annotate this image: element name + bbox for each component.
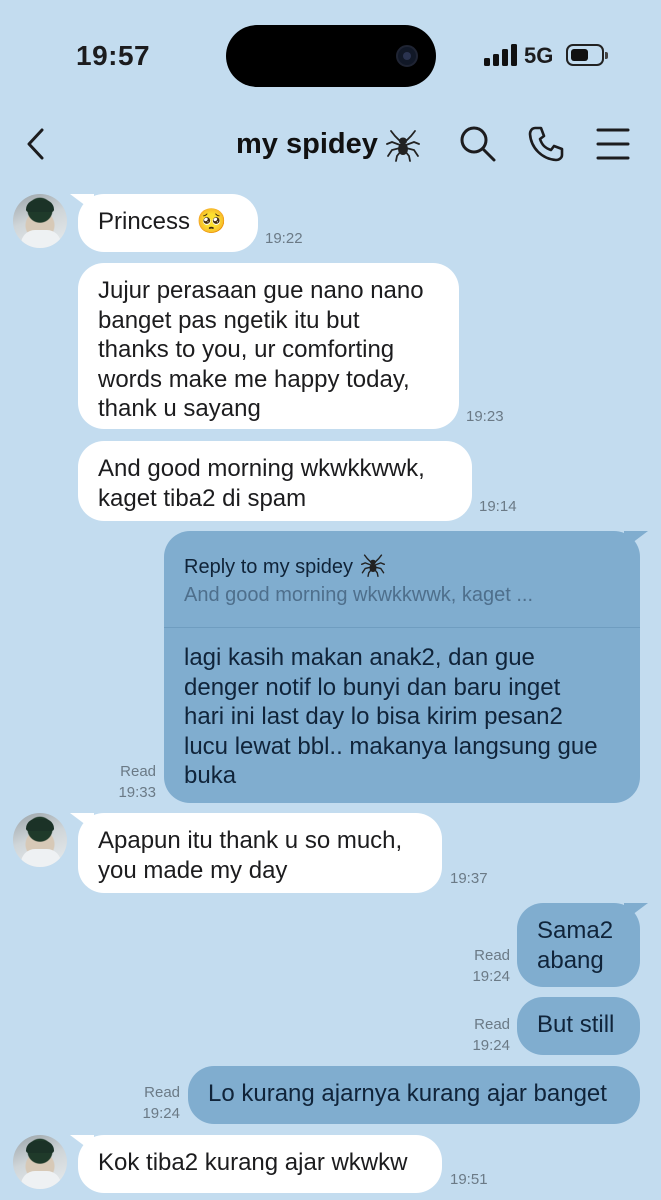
back-chevron-icon[interactable] — [22, 124, 52, 164]
reply-quote-text: And good morning wkwkkwwk, kaget ... — [184, 584, 534, 606]
message-time: 19:23 — [466, 408, 504, 425]
message-bubble-incoming[interactable]: And good morning wkwkkwwk, kaget tiba2 d… — [78, 441, 472, 521]
message-time: 19:14 — [479, 498, 517, 515]
chat-title[interactable]: my spidey — [236, 128, 420, 163]
message-time: 19:24 — [472, 968, 510, 985]
spider-icon — [360, 554, 385, 577]
message-bubble-incoming[interactable]: Jujur perasaan gue nano nano banget pas … — [78, 263, 459, 429]
message-time: 19:24 — [142, 1105, 180, 1122]
reply-label: Reply to my spidey — [184, 553, 620, 581]
contact-avatar[interactable] — [13, 194, 67, 248]
message-bubble-incoming[interactable]: Apapun itu thank u so much, you made my … — [78, 813, 442, 893]
message-read-meta: Read 19:33 — [108, 761, 156, 803]
dynamic-island — [226, 25, 436, 87]
chat-title-text: my spidey — [236, 128, 378, 160]
message-read-meta: Read 19:24 — [462, 1014, 510, 1056]
contact-avatar[interactable] — [13, 813, 67, 867]
message-bubble-outgoing[interactable]: Sama2 abang — [517, 903, 640, 987]
battery-level — [571, 49, 588, 61]
message-time: 19:51 — [450, 1171, 488, 1188]
cellular-signal-icon — [484, 44, 518, 66]
phone-call-icon[interactable] — [526, 124, 566, 164]
message-time: 19:24 — [472, 1037, 510, 1054]
message-time: 19:33 — [118, 784, 156, 801]
message-bubble-incoming[interactable]: Princess 🥺 — [78, 194, 258, 252]
message-bubble-incoming[interactable]: Kok tiba2 kurang ajar wkwkw — [78, 1135, 442, 1193]
search-icon[interactable] — [458, 124, 498, 164]
read-status: Read — [474, 947, 510, 964]
message-time: 19:22 — [265, 230, 303, 247]
message-bubble-outgoing-reply[interactable]: Reply to my spidey And good morning wkwk… — [164, 531, 640, 803]
message-bubble-outgoing[interactable]: But still — [517, 997, 640, 1055]
message-read-meta: Read 19:24 — [132, 1082, 180, 1124]
read-status: Read — [120, 763, 156, 780]
front-camera-icon — [396, 45, 418, 67]
message-time: 19:37 — [450, 870, 488, 887]
contact-avatar[interactable] — [13, 1135, 67, 1189]
spider-icon — [385, 130, 420, 163]
menu-icon[interactable] — [594, 124, 634, 164]
reply-preview[interactable]: Reply to my spidey And good morning wkwk… — [164, 531, 640, 628]
read-status: Read — [474, 1016, 510, 1033]
message-bubble-outgoing[interactable]: Lo kurang ajarnya kurang ajar banget — [188, 1066, 640, 1124]
battery-icon — [566, 44, 608, 66]
read-status: Read — [144, 1084, 180, 1101]
status-time: 19:57 — [76, 40, 151, 71]
message-read-meta: Read 19:24 — [462, 945, 510, 987]
network-type: 5G — [524, 43, 554, 68]
chat-header: my spidey — [0, 110, 661, 180]
status-bar: 19:57 5G — [0, 0, 661, 110]
message-text: lagi kasih makan anak2, dan gue denger n… — [184, 644, 598, 789]
